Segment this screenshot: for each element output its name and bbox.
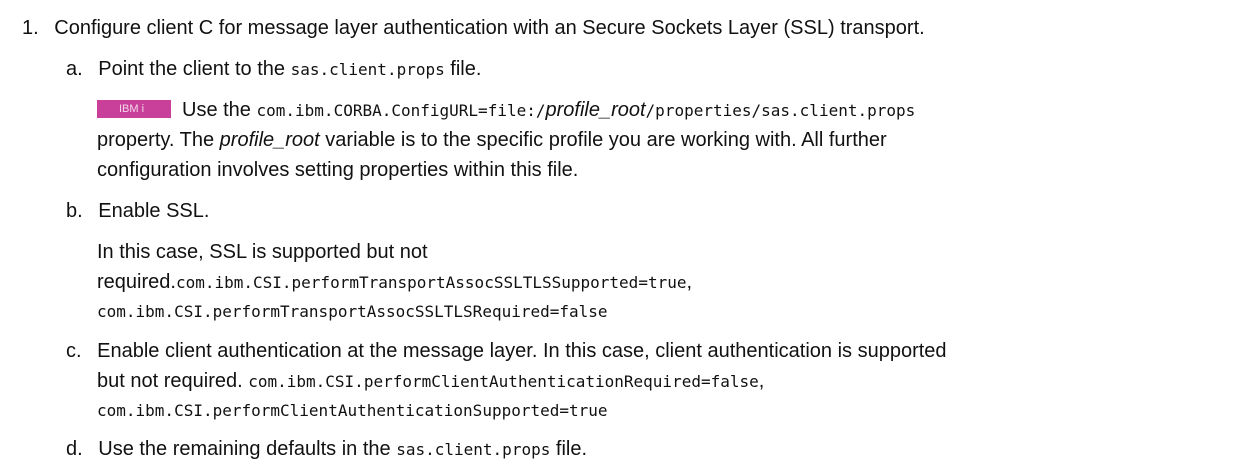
step-text: Configure client C for message layer aut… <box>54 17 925 39</box>
client-auth-required-code: com.ibm.CSI.performClientAuthenticationR… <box>248 372 759 391</box>
profile-root-var: profile_root <box>545 99 646 121</box>
substep-text: Point the client to the <box>98 58 286 80</box>
substep-d: d. Use the remaining defaults in the sas… <box>66 437 587 462</box>
step-number: 1. <box>22 17 39 39</box>
client-auth-line-3: com.ibm.CSI.performClientAuthenticationS… <box>97 398 608 423</box>
substep-text-end: file. <box>450 58 482 80</box>
file-name-code: sas.client.props <box>396 440 551 459</box>
ibm-i-badge-label: IBM i <box>119 103 145 115</box>
substep-b: b. Enable SSL. <box>66 199 209 223</box>
substep-c: c. Enable client authentication at the m… <box>66 339 947 363</box>
ibmi-note-line-3: configuration involves setting propertie… <box>97 158 578 182</box>
substep-text: Enable client authentication at the mess… <box>97 340 947 362</box>
client-auth-line-2: but not required. com.ibm.CSI.performCli… <box>97 369 764 394</box>
document-page: { "step1": { "number": "1.", "text": "Co… <box>0 0 1249 465</box>
ssl-note-line-1: In this case, SSL is supported but not <box>97 240 428 264</box>
note-text: required. <box>97 271 176 293</box>
ibmi-note-line-1: IBM i Use the com.ibm.CORBA.ConfigURL=fi… <box>97 98 915 123</box>
ibm-i-badge: IBM i <box>97 100 171 118</box>
note-text: configuration involves setting propertie… <box>97 159 579 181</box>
note-text: In this case, SSL is supported but not <box>97 241 428 263</box>
client-auth-supported-code: com.ibm.CSI.performClientAuthenticationS… <box>97 401 608 420</box>
ssl-note-line-2: required.com.ibm.CSI.performTransportAss… <box>97 270 692 295</box>
config-url-code: com.ibm.CORBA.ConfigURL=file:/ <box>256 101 546 120</box>
file-name-code: sas.client.props <box>290 60 445 79</box>
ssl-supported-code: com.ibm.CSI.performTransportAssocSSLTLSS… <box>175 273 687 292</box>
substep-text: Enable SSL. <box>98 200 210 222</box>
substep-letter: a. <box>66 58 83 80</box>
substep-text: Use the remaining defaults in the <box>98 438 391 460</box>
config-url-code-end: /properties/sas.client.props <box>645 101 916 120</box>
ssl-required-code: com.ibm.CSI.performTransportAssocSSLTLSR… <box>97 302 608 321</box>
note-text: but not required. <box>97 370 243 392</box>
ibmi-note-line-2: property. The profile_root variable is t… <box>97 128 887 152</box>
note-text: Use the <box>182 99 251 121</box>
substep-letter: d. <box>66 438 83 460</box>
profile-root-var: profile_root <box>219 129 320 151</box>
substep-a: a. Point the client to the sas.client.pr… <box>66 57 481 82</box>
comma: , <box>758 370 765 392</box>
substep-letter: c. <box>66 340 82 362</box>
note-text: property. The <box>97 129 215 151</box>
substep-text-end: file. <box>555 438 588 460</box>
comma: , <box>686 271 693 293</box>
substep-letter: b. <box>66 200 83 222</box>
note-text-end: variable is to the specific profile you … <box>325 129 887 151</box>
step-1: 1. Configure client C for message layer … <box>22 16 925 40</box>
ssl-note-line-3: com.ibm.CSI.performTransportAssocSSLTLSR… <box>97 299 608 324</box>
